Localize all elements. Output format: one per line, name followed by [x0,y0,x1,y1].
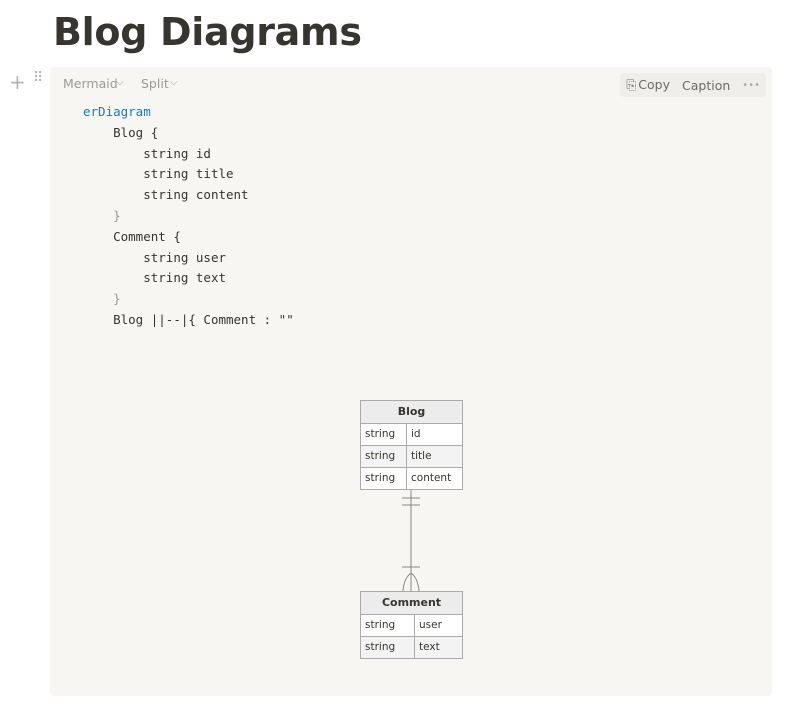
attribute-row: string user [361,615,462,637]
entity-blog: Blog string id string title string content [360,400,463,490]
attribute-row: string title [361,446,462,468]
attribute-row: string text [361,637,462,658]
entity-comment: Comment string user string text [360,591,463,659]
attribute-row: string id [361,424,462,446]
attribute-row: string content [361,468,462,489]
